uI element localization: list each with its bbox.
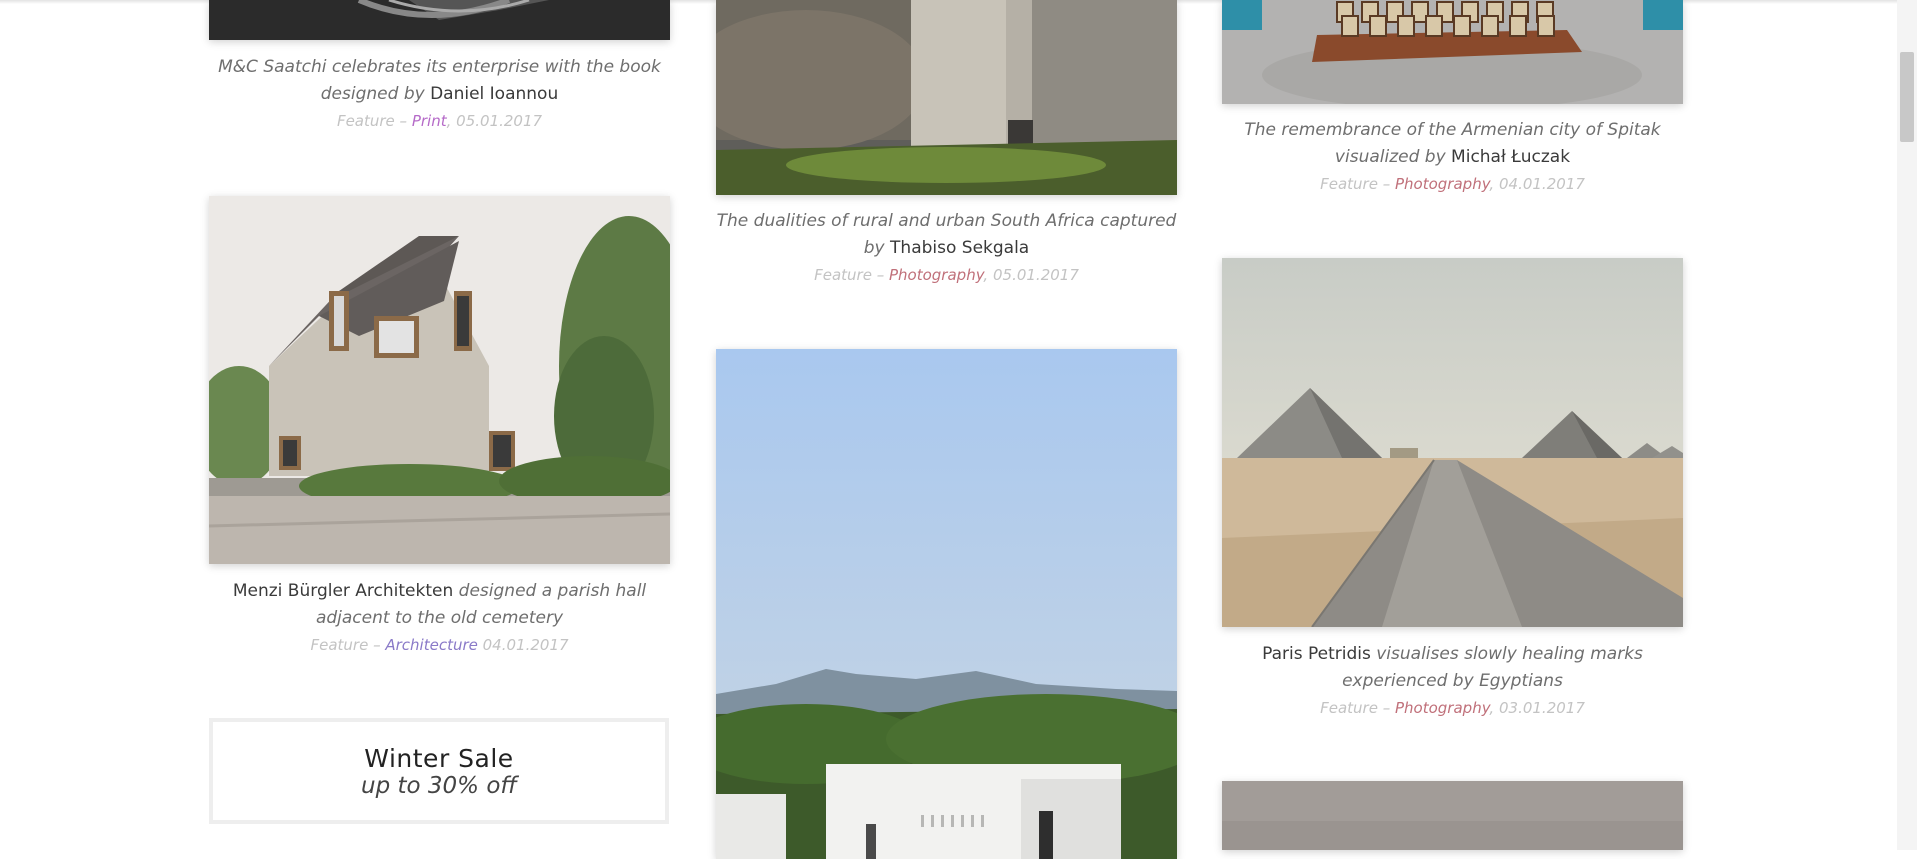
category-link-photography[interactable]: Photography xyxy=(889,266,983,284)
sale-title: Winter Sale xyxy=(364,744,514,773)
white-building-photo xyxy=(716,349,1177,859)
author-link[interactable]: Menzi Bürgler Architekten xyxy=(233,581,453,601)
sale-subtitle: up to 30% off xyxy=(361,773,517,799)
meta-prefix: Feature – xyxy=(814,266,885,284)
author-link[interactable]: Michał Łuczak xyxy=(1451,147,1570,167)
book-photo xyxy=(209,0,670,40)
post-image-next[interactable] xyxy=(1222,781,1683,850)
house-photo xyxy=(209,196,670,564)
post-meta: Feature – Photography, 04.01.2017 xyxy=(1222,175,1683,193)
post-image-saatchi-book[interactable] xyxy=(209,0,670,40)
scrollbar-track[interactable] xyxy=(1897,0,1917,850)
post-meta: Feature – Photography, 03.01.2017 xyxy=(1222,699,1683,717)
post-date: 04.01.2017 xyxy=(482,636,569,654)
next-photo xyxy=(1222,781,1683,850)
post-caption: Paris Petridis visualises slowly healing… xyxy=(1222,641,1683,695)
post-caption: Menzi Bürgler Architekten designed a par… xyxy=(209,578,670,632)
post-date: 05.01.2017 xyxy=(992,266,1079,284)
post-image-pyramids[interactable] xyxy=(1222,258,1683,627)
author-link[interactable]: Paris Petridis xyxy=(1262,644,1371,664)
meta-prefix: Feature – xyxy=(1320,175,1391,193)
post-date: 05.01.2017 xyxy=(456,112,543,130)
rural-building-photo xyxy=(716,0,1177,195)
winter-sale-banner[interactable]: Winter Sale up to 30% off xyxy=(209,718,669,824)
meta-comma: , xyxy=(446,112,452,130)
post-date: 04.01.2017 xyxy=(1498,175,1585,193)
category-link-architecture[interactable]: Architecture xyxy=(385,636,478,654)
scrollbar-thumb[interactable] xyxy=(1900,52,1914,142)
category-link-photography[interactable]: Photography xyxy=(1395,699,1489,717)
meta-comma: , xyxy=(1489,175,1495,193)
caption-text: visualises slowly healing marks experien… xyxy=(1342,644,1643,691)
post-meta: Feature – Photography, 05.01.2017 xyxy=(716,266,1177,284)
meta-prefix: Feature – xyxy=(1320,699,1391,717)
spitak-photo xyxy=(1222,0,1683,104)
meta-comma: , xyxy=(1489,699,1495,717)
post-image-south-africa[interactable] xyxy=(716,0,1177,195)
meta-prefix: Feature – xyxy=(310,636,381,654)
post-date: 03.01.2017 xyxy=(1498,699,1585,717)
post-caption: M&C Saatchi celebrates its enterprise wi… xyxy=(209,54,670,108)
post-image-spitak[interactable] xyxy=(1222,0,1683,104)
post-meta: Feature – Architecture 04.01.2017 xyxy=(209,636,670,654)
author-link[interactable]: Daniel Ioannou xyxy=(430,84,558,104)
meta-comma: , xyxy=(983,266,989,284)
post-image-white-building[interactable] xyxy=(716,349,1177,859)
pyramids-road-photo xyxy=(1222,258,1683,627)
post-meta: Feature – Print, 05.01.2017 xyxy=(209,112,670,130)
post-caption: The dualities of rural and urban South A… xyxy=(716,208,1177,262)
post-caption: The remembrance of the Armenian city of … xyxy=(1222,117,1683,171)
category-link-photography[interactable]: Photography xyxy=(1395,175,1489,193)
category-link-print[interactable]: Print xyxy=(412,112,447,130)
post-image-parish-hall[interactable] xyxy=(209,196,670,564)
author-link[interactable]: Thabiso Sekgala xyxy=(890,238,1029,258)
meta-prefix: Feature – xyxy=(336,112,408,130)
